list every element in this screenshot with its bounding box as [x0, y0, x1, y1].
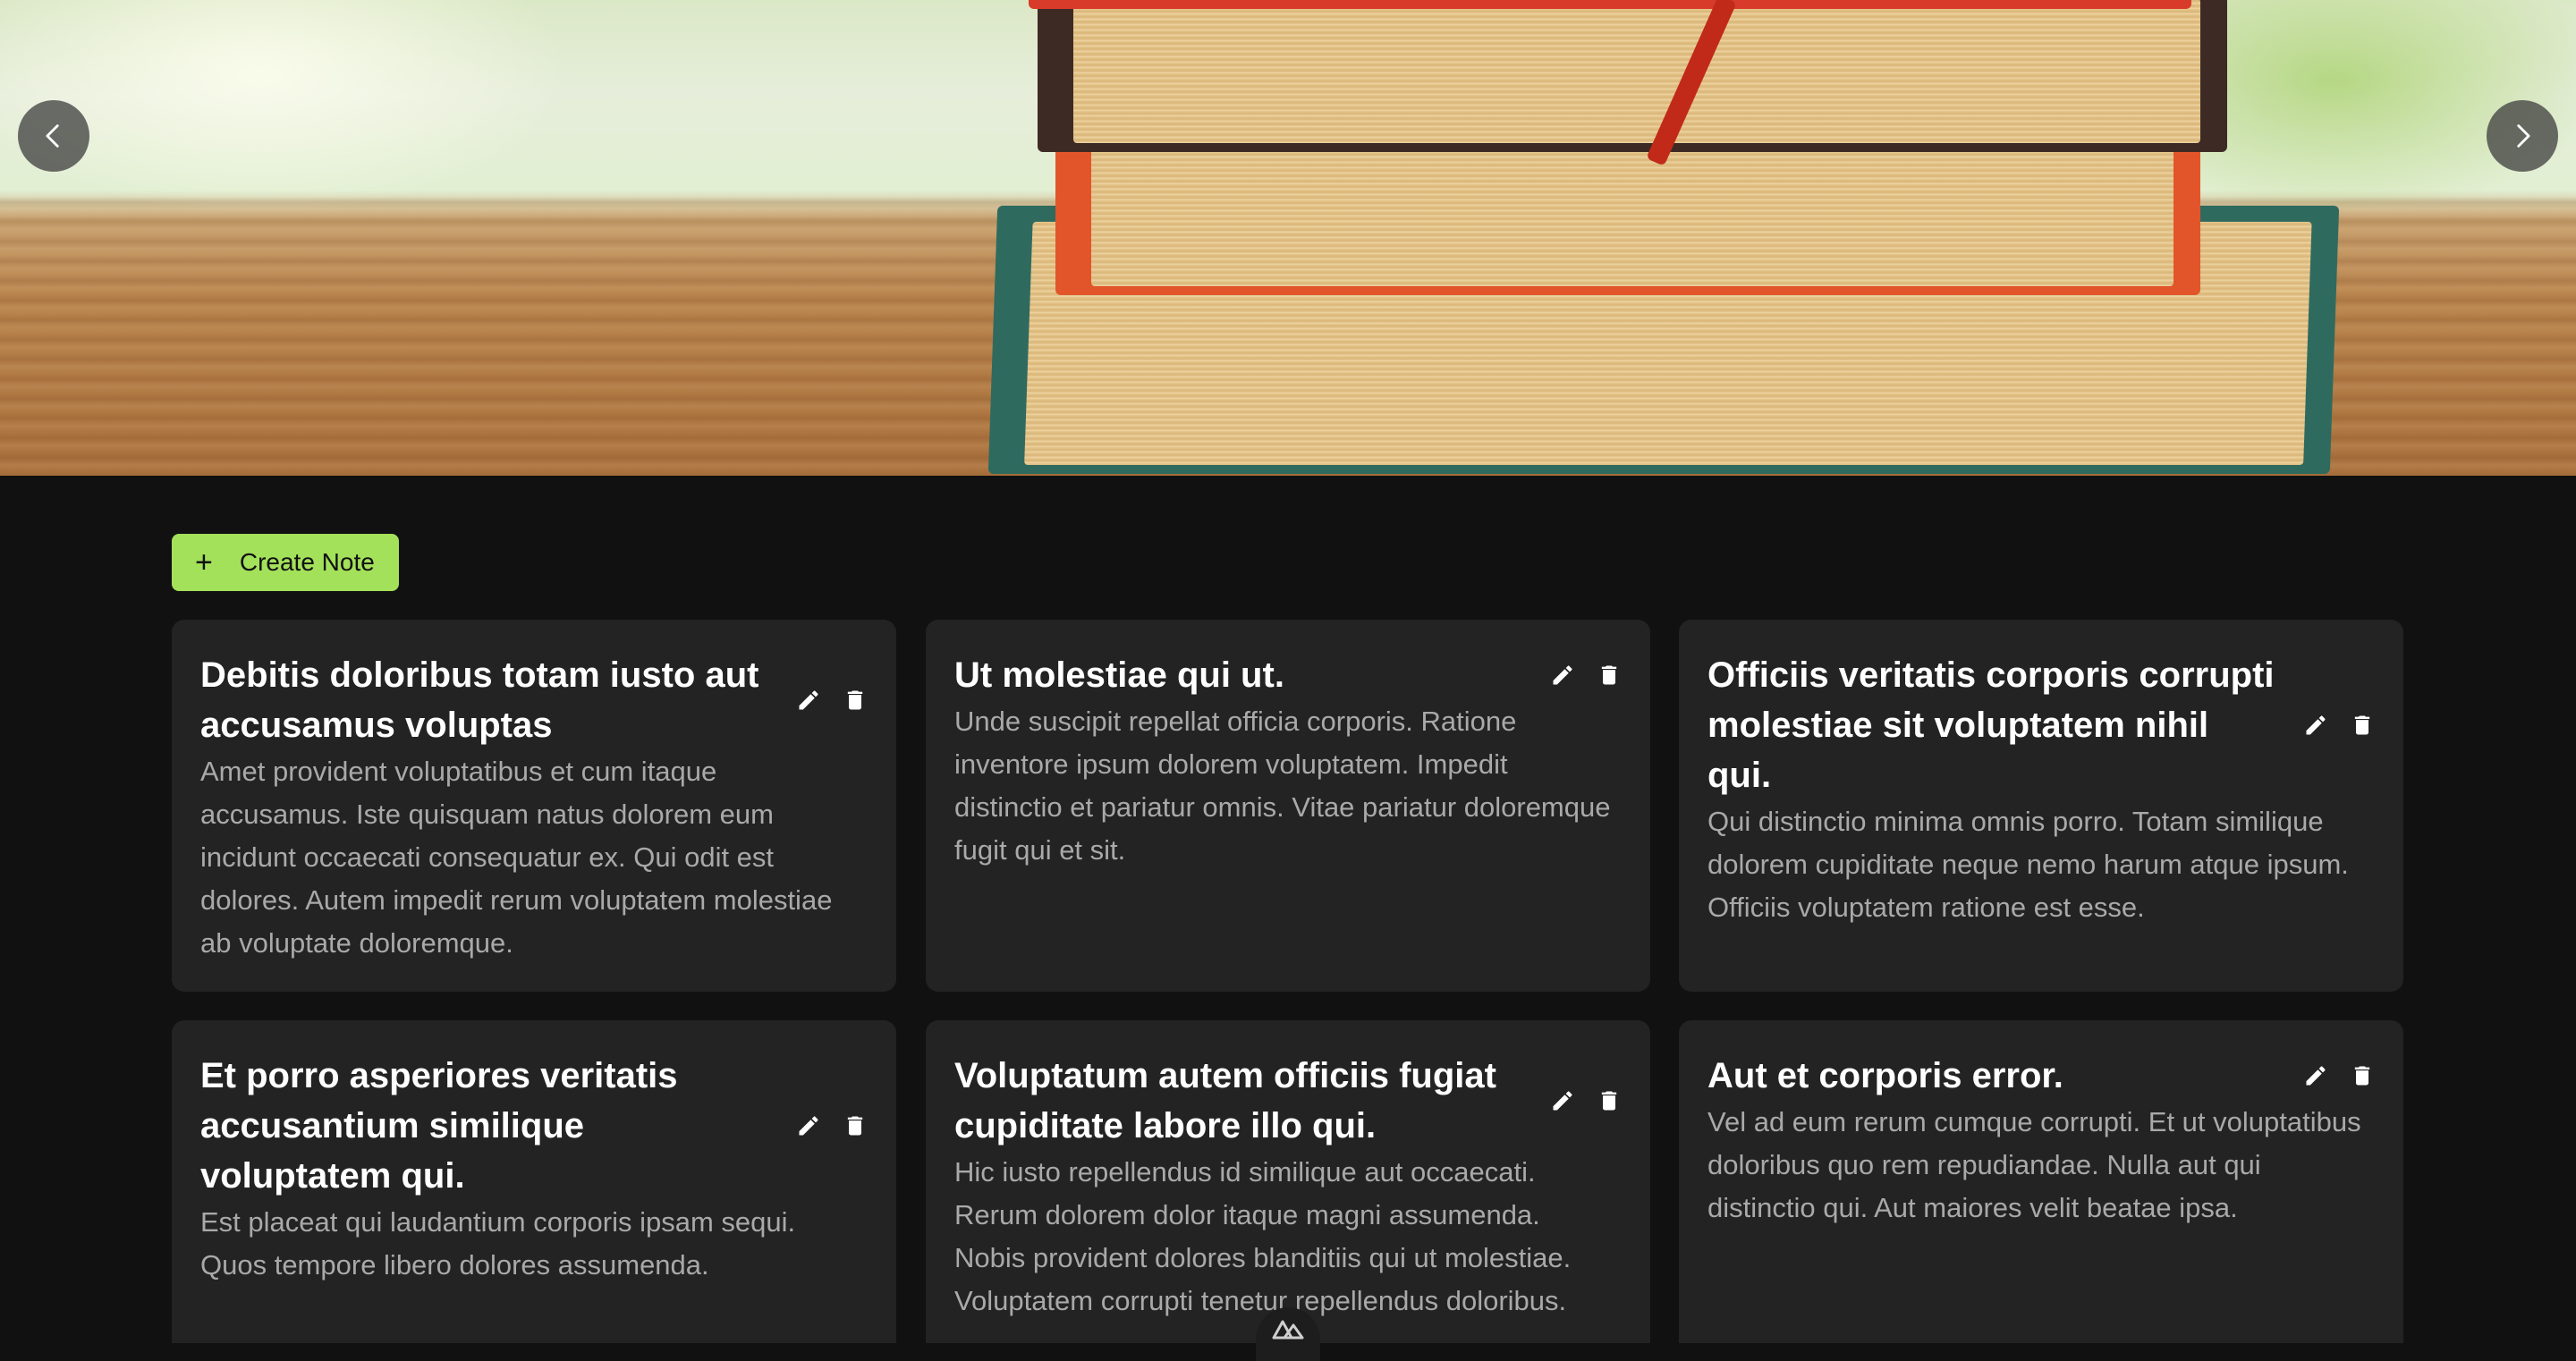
edit-pencil-icon[interactable] [2303, 713, 2328, 738]
note-card: Debitis doloribus totam iusto aut accusa… [172, 620, 896, 992]
edit-pencil-icon[interactable] [796, 1113, 821, 1138]
hero-book-dark [1038, 0, 2227, 152]
note-card: Ut molestiae qui ut. Unde suscipit repel… [926, 620, 1650, 992]
carousel-next-button[interactable] [2487, 100, 2558, 172]
note-title: Officiis veritatis corporis corrupti mol… [1707, 655, 2275, 795]
hero-background-light [0, 0, 572, 215]
delete-trash-icon[interactable] [1597, 663, 1622, 688]
note-title: Ut molestiae qui ut. [954, 655, 1284, 695]
note-body: Hic iusto repellendus id similique aut o… [954, 1156, 1572, 1316]
create-note-label: Create Note [239, 548, 375, 576]
note-title: Debitis doloribus totam iusto aut accusa… [200, 655, 759, 745]
hero-carousel [0, 0, 2576, 476]
note-card: Voluptatum autem officiis fugiat cupidit… [926, 1020, 1650, 1343]
note-body: Unde suscipit repellat officia corporis.… [954, 706, 1611, 866]
note-card: Officiis veritatis corporis corrupti mol… [1679, 620, 2403, 992]
note-title: Aut et corporis error. [1707, 1056, 2063, 1095]
plus-icon: + [195, 545, 213, 579]
note-card: Aut et corporis error. Vel ad eum rerum … [1679, 1020, 2403, 1343]
delete-trash-icon[interactable] [843, 1113, 868, 1138]
edit-pencil-icon[interactable] [796, 688, 821, 713]
note-title: Et porro asperiores veritatis accusantiu… [200, 1056, 678, 1196]
note-body: Est placeat qui laudantium corporis ipsa… [200, 1206, 796, 1281]
delete-trash-icon[interactable] [2350, 1063, 2375, 1088]
edit-pencil-icon[interactable] [2303, 1063, 2328, 1088]
note-body: Amet provident voluptatibus et cum itaqu… [200, 756, 833, 959]
note-body: Qui distinctio minima omnis porro. Totam… [1707, 806, 2349, 923]
note-body: Vel ad eum rerum cumque corrupti. Et ut … [1707, 1106, 2361, 1223]
nuxt-logo-icon [1272, 1320, 1304, 1340]
create-note-button[interactable]: + Create Note [172, 534, 399, 591]
delete-trash-icon[interactable] [1597, 1088, 1622, 1113]
note-card: Et porro asperiores veritatis accusantiu… [172, 1020, 896, 1343]
note-title: Voluptatum autem officiis fugiat cupidit… [954, 1056, 1496, 1145]
edit-pencil-icon[interactable] [1550, 663, 1575, 688]
edit-pencil-icon[interactable] [1550, 1088, 1575, 1113]
carousel-prev-button[interactable] [18, 100, 89, 172]
delete-trash-icon[interactable] [843, 688, 868, 713]
hero-book-red [1029, 0, 2191, 9]
chevron-left-icon [46, 124, 59, 148]
chevron-right-icon [2517, 124, 2530, 148]
delete-trash-icon[interactable] [2350, 713, 2375, 738]
